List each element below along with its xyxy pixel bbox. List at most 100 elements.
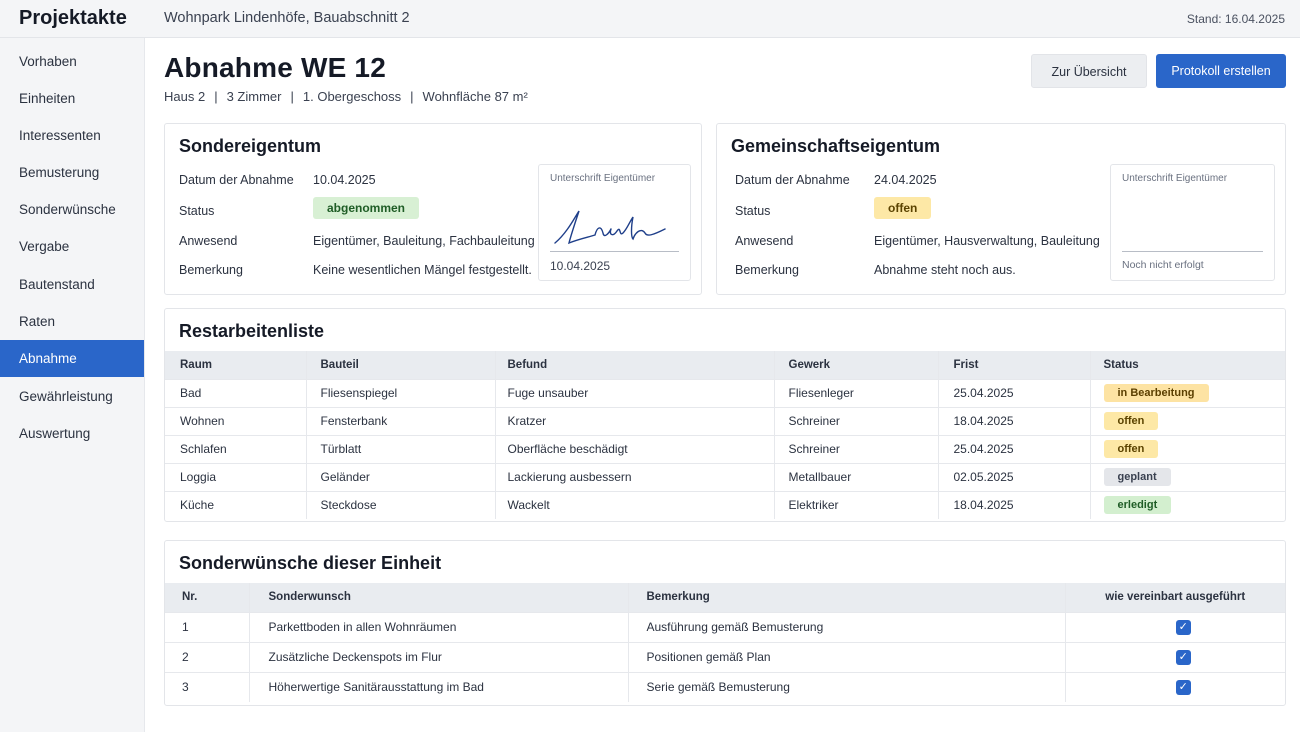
status-badge: geplant	[1103, 468, 1171, 486]
cell-befund: Oberfläche beschädigt	[494, 434, 774, 463]
checkbox-checked-icon[interactable]: ✓	[1175, 650, 1191, 665]
cell-bemerkung: Ausführung gemäß Bemusterung	[627, 611, 1065, 642]
cell-frist: 25.04.2025	[937, 434, 1090, 463]
cell-sonderwunsch: Parkettboden in allen Wohnräumen	[248, 611, 628, 642]
gemeinschaftseigentum-card: Gemeinschaftseigentum Datum der Abnahme …	[716, 123, 1286, 295]
note-value: Abnahme steht noch aus.	[874, 263, 1016, 277]
signature-date: 10.04.2025	[550, 259, 611, 273]
col-nr: Nr.	[165, 583, 249, 612]
project-name: Wohnpark Lindenhöfe, Bauabschnitt 2	[164, 10, 410, 26]
col-status: Status	[1089, 351, 1285, 379]
table-header: Raum Bauteil Befund Gewerk Frist Status	[165, 351, 1285, 379]
date-value: 24.04.2025	[874, 173, 937, 187]
sidebar-item-raten[interactable]: Raten	[0, 303, 144, 340]
table-row[interactable]: Schlafen Türblatt Oberfläche beschädigt …	[165, 434, 1285, 463]
table-row[interactable]: Bad Fliesenspiegel Fuge unsauber Fliesen…	[165, 378, 1285, 407]
separator: |	[214, 89, 218, 104]
present-value: Eigentümer, Bauleitung, Fachbauleitung	[313, 234, 535, 248]
status-badge: erledigt	[1103, 496, 1172, 515]
create-protocol-button[interactable]: Protokoll erstellen	[1156, 54, 1286, 88]
cell-gewerk: Metallbauer	[773, 462, 938, 491]
note-label: Bemerkung	[735, 263, 799, 277]
sidebar-item-abnahme[interactable]: Abnahme	[0, 340, 144, 377]
sidebar-item-einheiten[interactable]: Einheiten	[0, 80, 144, 117]
table-row[interactable]: 3 Höherwertige Sanitärausstattung im Bad…	[165, 671, 1285, 702]
unit-house: Haus 2	[164, 89, 206, 104]
sidebar-item-interessenten[interactable]: Interessenten	[0, 117, 144, 154]
cell-bauteil: Steckdose	[305, 490, 495, 519]
col-gewerk: Gewerk	[773, 351, 938, 379]
card-title: Sondereigentum	[179, 136, 322, 156]
sonderwuensche-table: Nr. Sonderwunsch Bemerkung wie vereinbar…	[165, 583, 1285, 702]
cell-bemerkung: Positionen gemäß Plan	[627, 641, 1065, 672]
unit-rooms: 3 Zimmer	[226, 89, 282, 104]
status-badge: offen	[874, 197, 932, 219]
card-title: Restarbeitenliste	[179, 321, 325, 341]
cell-raum: Loggia	[165, 462, 306, 491]
sidebar-item-auswertung[interactable]: Auswertung	[0, 415, 144, 452]
restarbeiten-table: Raum Bauteil Befund Gewerk Frist Status …	[165, 351, 1285, 519]
table-row[interactable]: 2 Zusätzliche Deckenspots im Flur Positi…	[165, 641, 1285, 672]
cell-frist: 25.04.2025	[937, 378, 1090, 407]
present-value: Eigentümer, Hausverwaltung, Bauleitung	[874, 234, 1100, 248]
col-bemerkung: Bemerkung	[627, 583, 1065, 612]
note-label: Bemerkung	[179, 263, 243, 277]
sidebar-item-gewaehrleistung[interactable]: Gewährleistung	[0, 378, 144, 415]
cell-bauteil: Fliesenspiegel	[305, 378, 495, 407]
main-content: Abnahme WE 12 Haus 2 | 3 Zimmer | 1. Oberges…	[145, 38, 1300, 732]
present-label: Anwesend	[179, 234, 238, 248]
checkbox-checked-icon[interactable]: ✓	[1175, 680, 1191, 696]
sonderwuensche-card: Sonderwünsche dieser Einheit Nr. Sonderw…	[164, 540, 1286, 706]
status-label: Status	[735, 204, 771, 218]
status-badge: abgenommen	[313, 197, 420, 219]
stand-date: Stand: 16.04.2025	[1186, 12, 1285, 26]
date-value: 10.04.2025	[313, 173, 376, 187]
cell-befund: Wackelt	[494, 490, 774, 519]
cell-bauteil: Fensterbank	[305, 406, 495, 435]
date-label: Datum der Abnahme	[179, 173, 294, 187]
sidebar: Vorhaben Einheiten Interessenten Bemuste…	[0, 38, 145, 732]
overview-button[interactable]: Zur Übersicht	[1031, 54, 1147, 88]
cell-raum: Bad	[165, 378, 306, 407]
sidebar-item-vergabe[interactable]: Vergabe	[0, 228, 144, 265]
top-bar: Projektakte Wohnpark Lindenhöfe, Bauabsc…	[0, 0, 1300, 38]
cell-nr: 1	[165, 611, 249, 642]
status-label: Status	[179, 204, 215, 218]
cell-sonderwunsch: Zusätzliche Deckenspots im Flur	[248, 641, 628, 672]
present-label: Anwesend	[735, 234, 794, 248]
status-badge: offen	[1103, 412, 1159, 430]
separator: |	[290, 89, 294, 104]
table-row[interactable]: Loggia Geländer Lackierung ausbessern Me…	[165, 462, 1285, 491]
col-sonderwunsch: Sonderwunsch	[248, 583, 628, 612]
unit-summary: Haus 2 | 3 Zimmer | 1. Obergeschoss | Wohnfläc…	[164, 89, 528, 104]
signature-caption: Unterschrift Eigentümer	[1122, 173, 1228, 184]
cell-gewerk: Schreiner	[773, 406, 938, 435]
note-value: Keine wesentlichen Mängel festgestellt.	[313, 263, 532, 277]
cell-gewerk: Schreiner	[773, 434, 938, 463]
sidebar-item-vorhaben[interactable]: Vorhaben	[0, 43, 144, 80]
col-frist: Frist	[937, 351, 1090, 379]
unit-floor: 1. Obergeschoss	[302, 89, 402, 104]
sidebar-item-sonderwuensche[interactable]: Sonderwünsche	[0, 191, 144, 228]
checkbox-checked-icon[interactable]: ✓	[1175, 620, 1191, 635]
signature-box: Unterschrift Eigentümer 10.04.2025	[538, 164, 691, 281]
card-title: Gemeinschaftseigentum	[731, 136, 941, 156]
cell-bemerkung: Serie gemäß Bemusterung	[627, 671, 1065, 702]
sidebar-item-bautenstand[interactable]: Bautenstand	[0, 266, 144, 303]
cell-sonderwunsch: Höherwertige Sanitärausstattung im Bad	[248, 671, 628, 702]
card-title: Sonderwünsche dieser Einheit	[179, 553, 442, 573]
cell-befund: Fuge unsauber	[494, 378, 774, 407]
sidebar-item-bemusterung[interactable]: Bemusterung	[0, 154, 144, 191]
cell-bauteil: Geländer	[305, 462, 495, 491]
status-badge: in Bearbeitung	[1103, 384, 1209, 402]
table-row[interactable]: 1 Parkettboden in allen Wohnräumen Ausfü…	[165, 611, 1285, 642]
table-row[interactable]: Küche Steckdose Wackelt Elektriker 18.04…	[165, 490, 1285, 519]
table-header: Nr. Sonderwunsch Bemerkung wie vereinbar…	[165, 583, 1285, 612]
separator: |	[410, 89, 414, 104]
cell-nr: 3	[165, 671, 249, 702]
table-row[interactable]: Wohnen Fensterbank Kratzer Schreiner 18.…	[165, 406, 1285, 435]
col-bauteil: Bauteil	[305, 351, 495, 379]
signature-line	[550, 251, 679, 252]
page-title: Abnahme WE 12	[164, 52, 386, 83]
unit-area: Wohnfläche 87 m²	[422, 89, 528, 104]
